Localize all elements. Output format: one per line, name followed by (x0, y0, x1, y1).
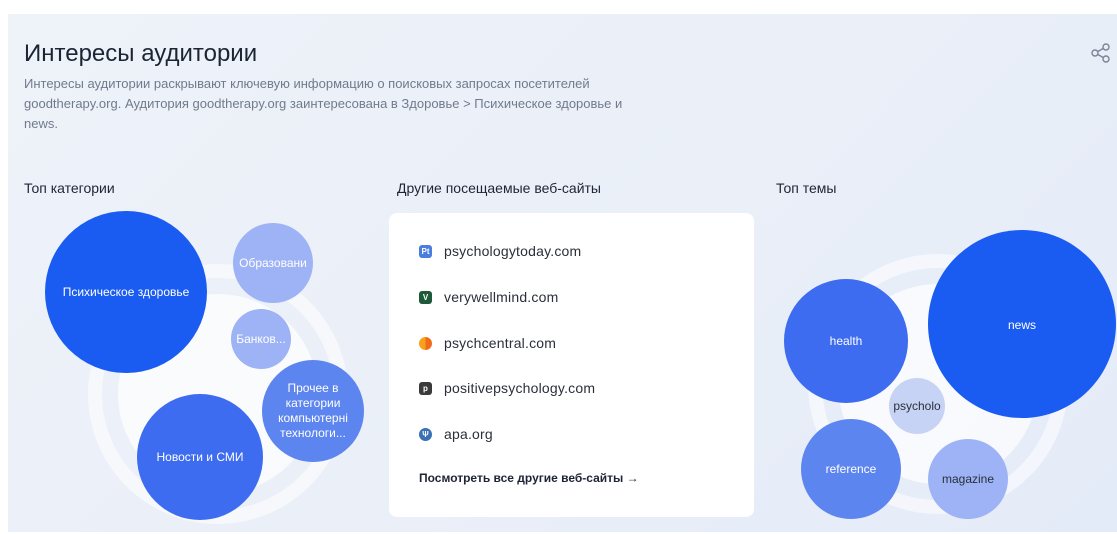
page-title: Интересы аудитории (24, 40, 258, 67)
category-bubble[interactable]: Прочее в категории компьютерні технологи… (262, 360, 364, 462)
category-bubble[interactable]: Банков... (231, 309, 291, 369)
other-websites-label: Другие посещаемые веб-сайты (397, 180, 601, 196)
website-link[interactable]: Ψ apa.org (419, 423, 493, 445)
apa-icon: Ψ (419, 427, 432, 441)
positivepsychology-icon: p (419, 381, 432, 395)
topic-bubble[interactable]: reference (801, 419, 901, 519)
website-name: psychologytoday.com (444, 243, 582, 259)
website-name: verywellmind.com (444, 289, 559, 305)
see-all-websites-link[interactable]: Посмотреть все другие веб-сайты → (419, 471, 639, 485)
topic-label: reference (825, 461, 877, 476)
category-bubble[interactable]: Психическое здоровье (45, 211, 207, 373)
category-label: Банков... (236, 331, 286, 346)
website-name: psychcentral.com (444, 335, 557, 351)
website-link[interactable]: psychcentral.com (419, 332, 556, 354)
website-name: apa.org (444, 426, 493, 442)
topic-label: health (829, 333, 863, 348)
topic-bubble[interactable]: health (784, 279, 908, 403)
category-label: Психическое здоровье (62, 284, 190, 299)
audience-interests-card: Интересы аудитории Интересы аудитории ра… (8, 14, 1117, 532)
psychologytoday-icon: Pt (419, 244, 432, 258)
topic-label: news (1007, 318, 1036, 332)
verywellmind-icon: V (419, 290, 432, 304)
share-icon[interactable] (1090, 42, 1112, 64)
category-bubble[interactable]: Образовани (233, 223, 313, 303)
topic-label: magazine (941, 471, 995, 486)
website-link[interactable]: V verywellmind.com (419, 286, 558, 308)
topic-label: psycholo (893, 398, 941, 413)
top-categories-label: Топ категории (24, 180, 115, 196)
category-bubble[interactable]: Новости и СМИ (137, 394, 263, 520)
category-label: Образовани (239, 255, 307, 270)
other-websites-panel: Pt psychologytoday.com V verywellmind.co… (389, 213, 754, 517)
category-label: Прочее в категории компьютерні технологи… (278, 381, 348, 440)
description-text: Интересы аудитории раскрывают ключевую и… (24, 76, 623, 131)
psychcentral-icon (419, 336, 432, 350)
website-name: positivepsychology.com (444, 380, 596, 396)
top-topics-label: Топ темы (776, 180, 837, 196)
topic-bubble[interactable]: news (928, 230, 1116, 418)
website-link[interactable]: p positivepsychology.com (419, 377, 595, 399)
topic-bubble[interactable]: psycholo (889, 378, 945, 434)
website-link[interactable]: Pt psychologytoday.com (419, 240, 581, 262)
category-label: Новости и СМИ (156, 449, 244, 464)
topic-bubble[interactable]: magazine (928, 439, 1008, 519)
